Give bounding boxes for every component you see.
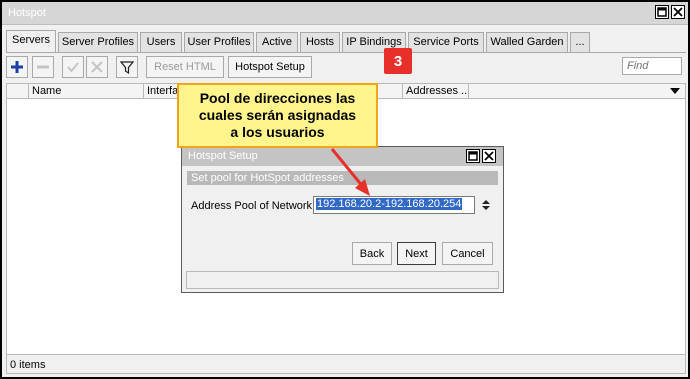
filter-button[interactable] xyxy=(116,56,138,78)
disable-button[interactable] xyxy=(86,56,108,78)
hotspot-setup-button[interactable]: Hotspot Setup xyxy=(228,56,312,78)
tab-servers[interactable]: Servers xyxy=(6,30,56,52)
funnel-icon xyxy=(120,61,134,74)
dialog-title: Hotspot Setup xyxy=(188,150,258,162)
close-button[interactable] xyxy=(671,5,685,19)
tab-active[interactable]: Active xyxy=(256,32,298,52)
status-bar: 0 items xyxy=(6,354,686,374)
address-pool-value: 192.168.20.2-192.168.20.254 xyxy=(316,198,463,210)
reset-html-button[interactable]: Reset HTML xyxy=(146,56,224,78)
cancel-button[interactable]: Cancel xyxy=(442,242,493,265)
hotspot-setup-dialog: Hotspot Setup Set pool for HotSpot addre… xyxy=(181,146,504,293)
callout-line: Pool de direcciones las xyxy=(199,90,356,106)
tab-label: Service Ports xyxy=(413,36,479,48)
column-label: Addresses ... xyxy=(406,85,469,97)
column-selector[interactable] xyxy=(7,84,29,98)
tab-divider xyxy=(6,52,686,53)
tab-label: Users xyxy=(146,36,176,48)
tab-label: Server Profiles xyxy=(61,36,135,48)
close-icon xyxy=(484,151,494,161)
tab-users[interactable]: Users xyxy=(140,32,182,52)
x-icon xyxy=(91,61,103,73)
tab-label: Hosts xyxy=(305,36,335,48)
step-badge: 3 xyxy=(384,48,412,74)
hotspot-window: Hotspot Servers Server Profiles Users Us… xyxy=(0,0,690,379)
address-pool-label: Address Pool of Network: xyxy=(191,200,316,212)
dialog-maximize-button[interactable] xyxy=(466,149,480,163)
close-icon xyxy=(673,7,683,17)
annotation-callout: Pool de direcciones las cuales serán asi… xyxy=(177,83,378,148)
tab-more[interactable]: ... xyxy=(570,32,590,52)
dialog-close-button[interactable] xyxy=(482,149,496,163)
callout-line: cuales serán asignadas xyxy=(198,107,357,123)
check-icon xyxy=(67,62,79,73)
tab-walled-garden[interactable]: Walled Garden xyxy=(486,32,568,52)
dialog-subtitle: Set pool for HotSpot addresses xyxy=(187,171,498,185)
tab-label: ... xyxy=(575,36,585,48)
enable-button[interactable] xyxy=(62,56,84,78)
find-input[interactable] xyxy=(622,57,682,75)
tab-bar: Servers Server Profiles Users User Profi… xyxy=(6,30,686,52)
add-button[interactable] xyxy=(6,56,28,78)
callout-line: a los usuarios xyxy=(230,124,325,140)
window-title: Hotspot xyxy=(8,7,46,19)
minus-icon xyxy=(37,65,49,69)
maximize-icon xyxy=(468,151,478,161)
tab-user-profiles[interactable]: User Profiles xyxy=(184,32,254,52)
back-button[interactable]: Back xyxy=(352,242,392,265)
chevron-down-icon[interactable] xyxy=(669,86,681,99)
tab-label: IP Bindings xyxy=(346,36,402,48)
address-pool-input[interactable]: 192.168.20.2-192.168.20.254 xyxy=(313,196,475,214)
window-titlebar[interactable]: Hotspot xyxy=(2,2,688,25)
maximize-button[interactable] xyxy=(655,5,669,19)
maximize-icon xyxy=(657,7,667,17)
column-name[interactable]: Name xyxy=(29,84,144,98)
tab-server-profiles[interactable]: Server Profiles xyxy=(58,32,138,52)
dialog-status-bar xyxy=(186,271,499,289)
column-label: Name xyxy=(32,85,62,97)
updown-arrows-icon[interactable] xyxy=(481,199,491,214)
toolbar: Reset HTML Hotspot Setup xyxy=(6,55,686,81)
tab-service-ports[interactable]: Service Ports xyxy=(408,32,484,52)
tab-hosts[interactable]: Hosts xyxy=(300,32,340,52)
remove-button[interactable] xyxy=(32,56,54,78)
tab-label: Walled Garden xyxy=(490,36,564,48)
tab-label: Active xyxy=(262,36,292,48)
tab-label: User Profiles xyxy=(187,36,251,48)
next-button[interactable]: Next xyxy=(397,242,436,265)
dialog-titlebar[interactable]: Hotspot Setup xyxy=(182,147,503,166)
column-addresses[interactable]: Addresses ... xyxy=(403,84,469,98)
tab-label: Servers xyxy=(12,34,50,46)
plus-icon xyxy=(11,61,23,73)
